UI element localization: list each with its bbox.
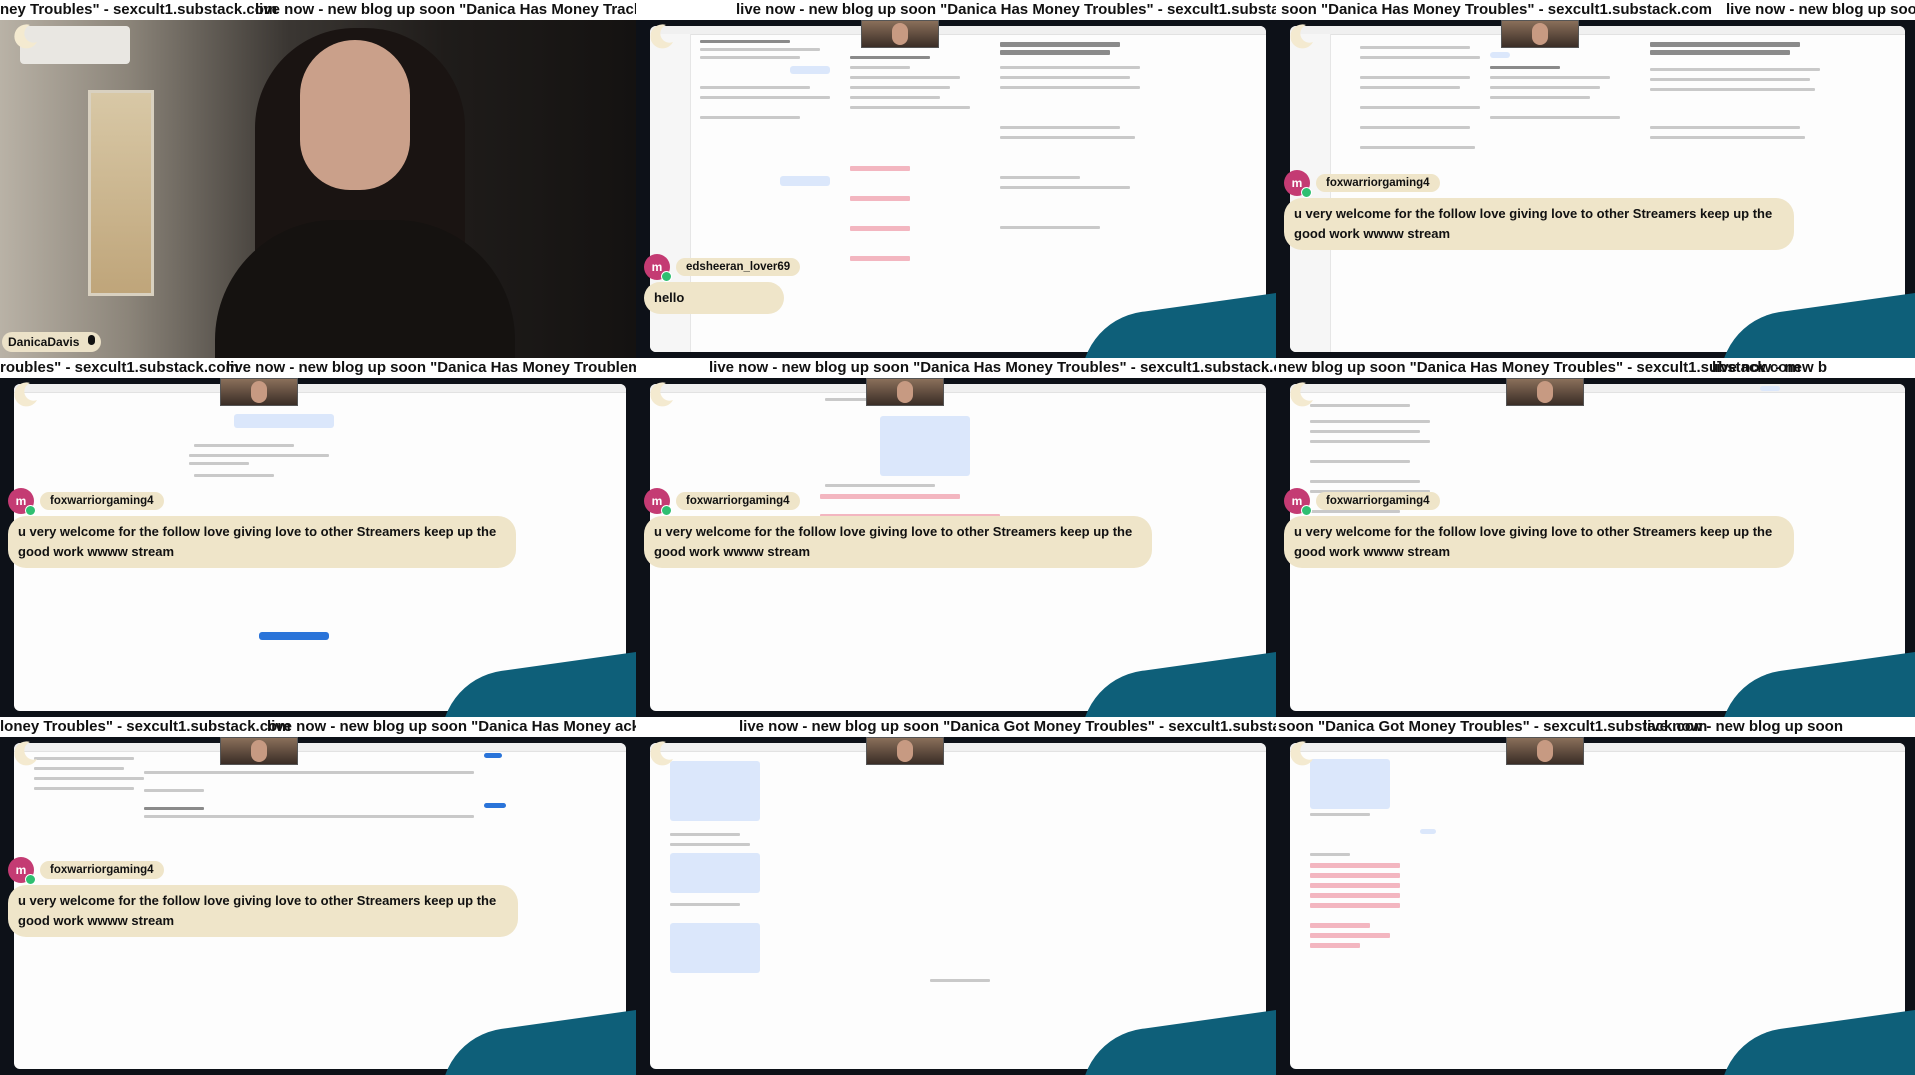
chat-message: u very welcome for the follow love givin…	[8, 516, 516, 568]
tile-screen-9: soon "Danica Got Money Troubles" - sexcu…	[1276, 717, 1915, 1075]
webcam-thumbnail	[866, 378, 944, 406]
avatar: m	[8, 488, 36, 516]
chat-username-label: foxwarriorgaming4	[1316, 174, 1440, 192]
streamer-name: DanicaDavis	[8, 335, 80, 349]
webcam-thumbnail	[1506, 737, 1584, 765]
ticker-text: live now - new blog up soon "Danica Got …	[739, 718, 1276, 735]
chat-username: m foxwarriorgaming4	[1284, 170, 1440, 198]
ticker-text: live now - new blog up soon	[1726, 1, 1915, 18]
ticker-text: live now - new blog up soon "Danica Has …	[709, 359, 1276, 376]
avatar: m	[1284, 170, 1312, 198]
moon-icon	[650, 24, 673, 49]
tile-screen-3: soon "Danica Has Money Troubles" - sexcu…	[1276, 0, 1915, 358]
chat-username: m edsheeran_lover69	[644, 254, 801, 282]
moon-icon	[650, 741, 673, 766]
video-grid: ney Troubles" - sexcult1.substack.com li…	[0, 0, 1915, 1075]
ticker-text: soon "Danica Has Money Troubles" - sexcu…	[1281, 1, 1713, 18]
webcam-thumbnail	[861, 20, 939, 48]
streamer-name-badge: DanicaDavis	[2, 332, 102, 352]
tile-screen-8: live now - new blog up soon "Danica Got …	[636, 717, 1276, 1075]
ticker-banner: live now - new blog up soon "Danica Has …	[636, 0, 1276, 20]
chat-username-label: foxwarriorgaming4	[1316, 492, 1440, 510]
chat-message: u very welcome for the follow love givin…	[1284, 516, 1794, 568]
moon-icon	[14, 382, 37, 407]
moon-icon	[1290, 382, 1313, 407]
chat-username: m foxwarriorgaming4	[1284, 488, 1440, 516]
ticker-banner: soon "Danica Got Money Troubles" - sexcu…	[1276, 717, 1915, 737]
ticker-text: live now - new b	[1712, 359, 1828, 376]
ticker-text: live now - new blog up soon "Danica Has …	[255, 1, 636, 18]
moon-icon	[1290, 741, 1313, 766]
chat-message: hello	[644, 282, 784, 314]
chat-username: m foxwarriorgaming4	[8, 488, 164, 516]
chat-username-label: edsheeran_lover69	[676, 258, 801, 276]
chat-username: m foxwarriorgaming4	[8, 857, 164, 885]
tile-webcam: ney Troubles" - sexcult1.substack.com li…	[0, 0, 636, 358]
ticker-banner: live now - new blog up soon "Danica Has …	[636, 358, 1276, 378]
tile-screen-7: loney Troubles" - sexcult1.substack.com …	[0, 717, 636, 1075]
ticker-banner: soon "Danica Has Money Troubles" - sexcu…	[1276, 0, 1915, 20]
webcam-thumbnail	[866, 737, 944, 765]
mic-icon	[88, 335, 96, 345]
ticker-text: roubles" - sexcult1.substack.com	[0, 359, 239, 376]
chat-message: u very welcome for the follow love givin…	[644, 516, 1152, 568]
moon-icon	[14, 741, 37, 766]
tile-screen-2: live now - new blog up soon "Danica Has …	[636, 0, 1276, 358]
webcam-thumbnail	[220, 378, 298, 406]
webcam-thumbnail	[1506, 378, 1584, 406]
ticker-banner: new blog up soon "Danica Has Money Troub…	[1276, 358, 1915, 378]
chat-message: u very welcome for the follow love givin…	[1284, 198, 1794, 250]
screen-share	[650, 743, 1266, 1069]
chat-username-label: foxwarriorgaming4	[40, 861, 164, 879]
avatar: m	[1284, 488, 1312, 516]
avatar: m	[8, 857, 36, 885]
webcam-video	[0, 20, 636, 358]
chat-username-label: foxwarriorgaming4	[40, 492, 164, 510]
ticker-text: loney Troubles" - sexcult1.substack.com	[0, 718, 291, 735]
ticker-banner: ney Troubles" - sexcult1.substack.com li…	[0, 0, 636, 20]
chat-username-label: foxwarriorgaming4	[676, 492, 800, 510]
tile-screen-4: roubles" - sexcult1.substack.com live no…	[0, 358, 636, 717]
tile-screen-5: live now - new blog up soon "Danica Has …	[636, 358, 1276, 717]
moon-icon	[1290, 24, 1313, 49]
ticker-text: ney Troubles" - sexcult1.substack.com	[0, 1, 278, 18]
ticker-text: live now - new blog up soon "Danica Has …	[267, 718, 636, 735]
ticker-text: live now - new blog up soon	[1643, 718, 1843, 735]
avatar: m	[644, 254, 672, 282]
ticker-banner: roubles" - sexcult1.substack.com live no…	[0, 358, 636, 378]
tile-screen-6: new blog up soon "Danica Has Money Troub…	[1276, 358, 1915, 717]
ticker-banner: loney Troubles" - sexcult1.substack.com …	[0, 717, 636, 737]
chat-username: m foxwarriorgaming4	[644, 488, 800, 516]
ticker-text: live now - new blog up soon "Danica Has …	[736, 1, 1276, 18]
avatar: m	[644, 488, 672, 516]
webcam-thumbnail	[220, 737, 298, 765]
webcam-thumbnail	[1501, 20, 1579, 48]
screen-share	[1290, 743, 1905, 1069]
ticker-banner: live now - new blog up soon "Danica Got …	[636, 717, 1276, 737]
chat-message: u very welcome for the follow love givin…	[8, 885, 518, 937]
ticker-text: live now - new blog up soon "Danica Has …	[226, 359, 636, 376]
moon-icon	[650, 382, 673, 407]
moon-icon	[14, 24, 37, 49]
